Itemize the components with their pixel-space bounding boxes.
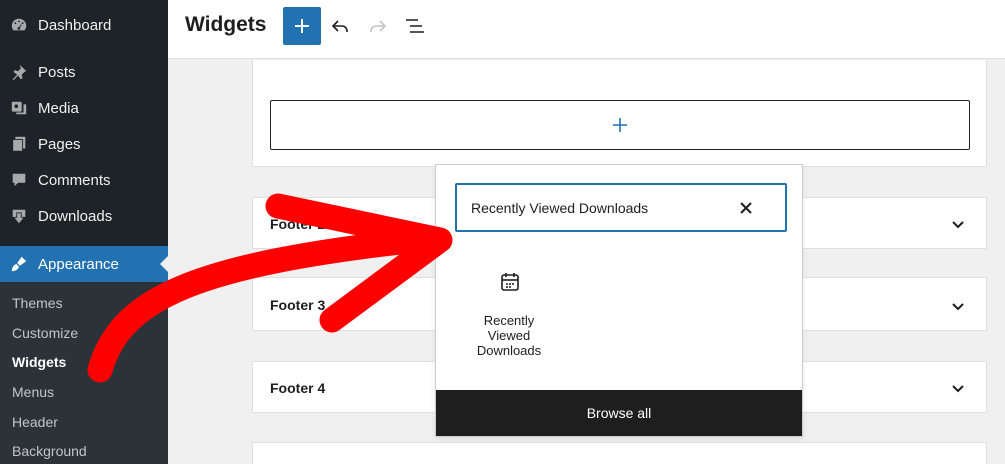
submenu-item-widgets[interactable]: Widgets bbox=[12, 354, 66, 370]
sidebar-item-label: Pages bbox=[38, 135, 81, 153]
block-search-box bbox=[455, 183, 787, 232]
block-inserter-popover: Recently Viewed Downloads Browse all bbox=[435, 164, 803, 437]
paintbrush-icon bbox=[9, 254, 29, 274]
redo-button[interactable] bbox=[365, 13, 391, 39]
close-icon[interactable] bbox=[737, 199, 755, 217]
calendar-icon bbox=[501, 273, 519, 291]
undo-button[interactable] bbox=[327, 13, 353, 39]
pin-icon bbox=[9, 62, 29, 82]
download-icon bbox=[9, 206, 29, 226]
list-view-icon bbox=[406, 19, 424, 33]
media-icon bbox=[9, 98, 29, 118]
chevron-down-icon[interactable] bbox=[950, 298, 966, 314]
pages-icon bbox=[9, 134, 29, 154]
sidebar-item-downloads[interactable]: Downloads bbox=[0, 198, 168, 234]
editor-header: Widgets bbox=[168, 0, 1005, 59]
widget-area-title: Footer 2 bbox=[270, 216, 326, 232]
block-result-item[interactable]: Recently Viewed Downloads bbox=[468, 269, 550, 359]
submenu-item-background[interactable]: Background bbox=[12, 443, 87, 459]
submenu-item-customize[interactable]: Customize bbox=[12, 325, 78, 341]
block-search-input[interactable] bbox=[471, 197, 721, 219]
add-block-button[interactable] bbox=[283, 7, 321, 45]
block-result-label: Recently Viewed Downloads bbox=[476, 313, 542, 358]
submenu-item-themes[interactable]: Themes bbox=[12, 295, 63, 311]
sidebar-item-dashboard[interactable]: Dashboard bbox=[0, 7, 168, 43]
sidebar-item-label: Comments bbox=[38, 171, 111, 189]
browse-all-button[interactable]: Browse all bbox=[436, 390, 802, 436]
widget-area-card bbox=[252, 60, 987, 167]
sidebar-item-comments[interactable]: Comments bbox=[0, 162, 168, 198]
widget-area-title: Footer 4 bbox=[270, 380, 326, 396]
sidebar-item-label: Dashboard bbox=[38, 16, 112, 34]
submenu-item-menus[interactable]: Menus bbox=[12, 384, 54, 400]
sidebar-item-posts[interactable]: Posts bbox=[0, 54, 168, 90]
admin-sidebar: Dashboard Posts Media Pages Comments Dow… bbox=[0, 0, 168, 464]
sidebar-item-label: Media bbox=[38, 99, 79, 117]
redo-icon bbox=[370, 20, 387, 32]
undo-icon bbox=[331, 20, 348, 32]
list-view-button[interactable] bbox=[402, 13, 428, 39]
widget-area-card bbox=[252, 442, 987, 464]
sidebar-item-label: Posts bbox=[38, 63, 76, 81]
comment-icon bbox=[9, 170, 29, 190]
appearance-submenu: Themes Customize Widgets Menus Header Ba… bbox=[0, 282, 168, 464]
sidebar-item-label: Appearance bbox=[38, 255, 119, 273]
dashboard-icon bbox=[9, 15, 29, 35]
chevron-down-icon[interactable] bbox=[950, 216, 966, 232]
plus-icon bbox=[613, 118, 627, 132]
plus-icon bbox=[295, 19, 309, 33]
submenu-item-header[interactable]: Header bbox=[12, 414, 58, 430]
chevron-down-icon[interactable] bbox=[950, 380, 966, 396]
page-title: Widgets bbox=[185, 13, 267, 36]
active-indicator bbox=[160, 256, 168, 272]
sidebar-item-pages[interactable]: Pages bbox=[0, 126, 168, 162]
sidebar-item-media[interactable]: Media bbox=[0, 90, 168, 126]
sidebar-item-appearance[interactable]: Appearance bbox=[0, 246, 168, 282]
sidebar-item-label: Downloads bbox=[38, 207, 113, 225]
widget-area-title: Footer 3 bbox=[270, 297, 326, 313]
block-appender-button[interactable] bbox=[270, 100, 970, 150]
